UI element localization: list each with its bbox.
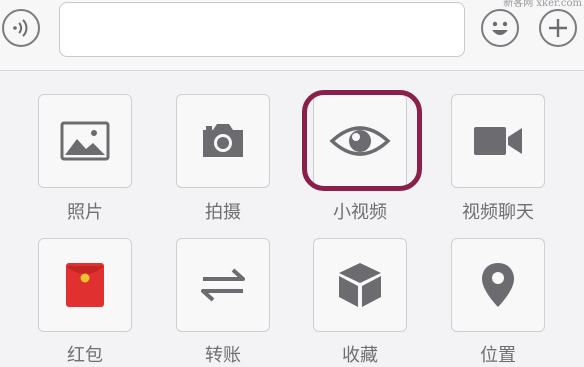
favorites-label: 收藏 [342, 345, 378, 366]
transfer-button[interactable] [176, 238, 270, 332]
video-camera-icon [474, 127, 522, 155]
video-chat-label: 视频聊天 [462, 202, 534, 223]
message-input[interactable] [59, 2, 465, 57]
more-button[interactable] [539, 9, 577, 47]
video-chat-button[interactable] [451, 94, 545, 188]
chat-input-bar: 新客网 xker.com [0, 0, 584, 71]
voice-button[interactable] [2, 9, 40, 47]
location-pin-icon [482, 263, 514, 307]
red-envelope-icon [66, 263, 104, 307]
camera-button[interactable] [176, 94, 270, 188]
plus-icon [549, 19, 567, 37]
short-video-label: 小视频 [333, 202, 387, 223]
red-envelope-label: 红包 [67, 345, 103, 366]
transfer-label: 转账 [205, 345, 241, 366]
watermark: 新客网 xker.com [503, 0, 582, 9]
location-label: 位置 [480, 345, 516, 366]
photo-button[interactable] [38, 94, 132, 188]
photo-label: 照片 [67, 202, 103, 223]
camera-label: 拍摄 [205, 202, 241, 223]
voice-icon [13, 19, 28, 37]
favorites-button[interactable] [313, 238, 407, 332]
transfer-arrows-icon [201, 268, 245, 302]
short-video-highlight [302, 90, 422, 191]
location-button[interactable] [451, 238, 545, 332]
camera-icon [203, 124, 243, 157]
emoji-button[interactable] [481, 9, 519, 47]
photo-icon [60, 121, 110, 161]
cube-icon [339, 263, 381, 307]
red-envelope-button[interactable] [38, 238, 132, 332]
smiley-icon [492, 21, 508, 35]
